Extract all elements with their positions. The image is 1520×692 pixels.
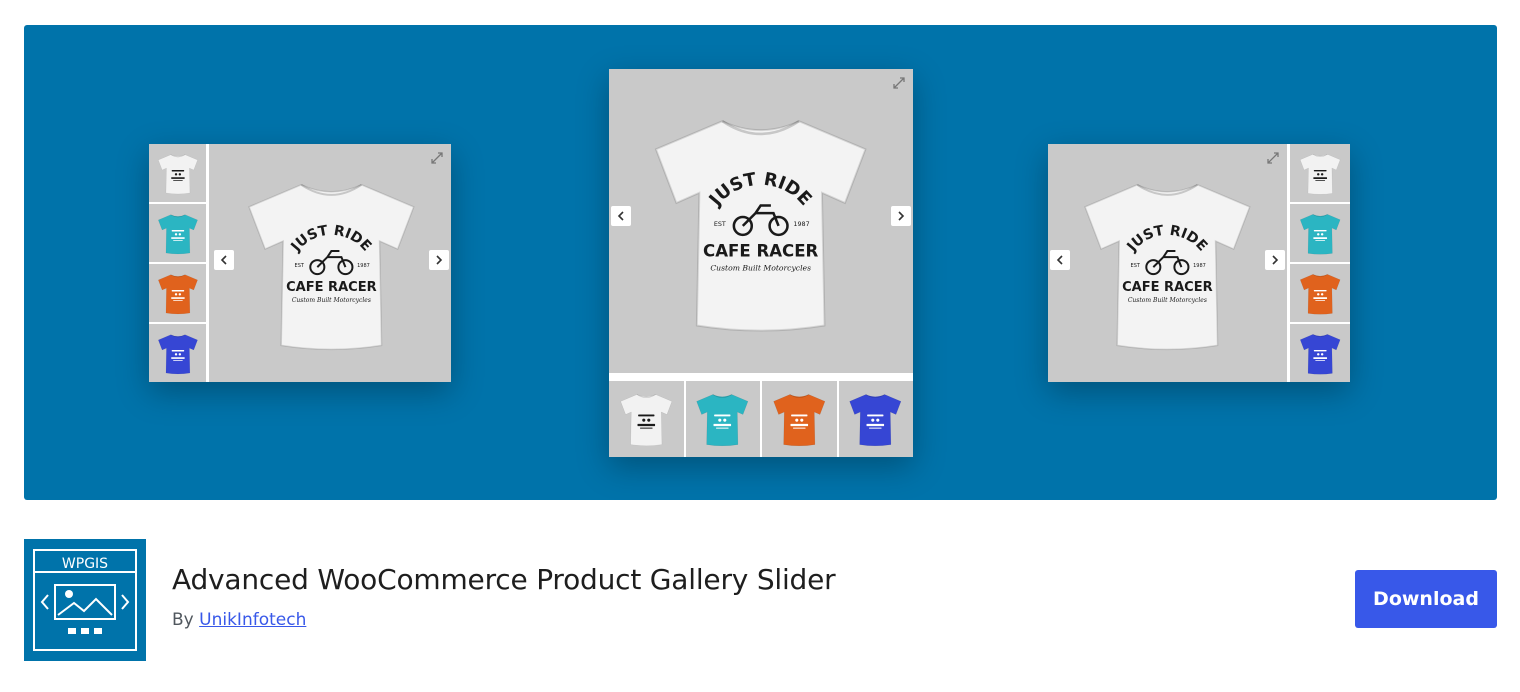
prev-arrow-button[interactable] xyxy=(214,250,234,270)
t-shirt-image xyxy=(1299,213,1341,255)
expand-icon[interactable] xyxy=(1265,150,1281,166)
thumbnail-teal[interactable] xyxy=(1290,204,1350,262)
gallery-main-image: JUST RIDE EST 1987 CAFE RACER Custom Built M… xyxy=(212,144,451,382)
svg-text:EST: EST xyxy=(714,220,726,228)
thumbnail-blue[interactable] xyxy=(838,381,913,457)
plugin-icon: WPGIS xyxy=(24,539,146,661)
t-shirt-image: JUST RIDEEST 1987CAFE RACERCustom Built M… xyxy=(655,120,867,332)
expand-icon[interactable] xyxy=(891,75,907,91)
author-link[interactable]: UnikInfotech xyxy=(199,610,306,630)
t-shirt-image: JUST RIDEEST 1987CAFE RACERCustom Built M… xyxy=(1084,183,1251,351)
expand-icon[interactable] xyxy=(429,150,445,166)
byline-prefix: By xyxy=(172,610,194,630)
svg-text:CAFE RACER: CAFE RACER xyxy=(703,242,819,261)
thumbnail-white[interactable] xyxy=(1290,144,1350,202)
thumbnail-teal[interactable] xyxy=(149,204,206,262)
thumbnail-orange[interactable] xyxy=(1290,264,1350,322)
prev-arrow-button[interactable] xyxy=(611,206,631,226)
svg-text:Custom Built Motorcycles: Custom Built Motorcycles xyxy=(292,297,371,304)
thumbnail-strip-left xyxy=(149,144,209,382)
download-button[interactable]: Download xyxy=(1355,570,1497,628)
svg-text:Custom Built Motorcycles: Custom Built Motorcycles xyxy=(711,264,812,273)
plugin-info: WPGIS Advanced WooCommerce Product Galle… xyxy=(24,539,1497,661)
next-arrow-button[interactable] xyxy=(1265,250,1285,270)
thumbnail-teal[interactable] xyxy=(685,381,760,457)
next-arrow-button[interactable] xyxy=(891,206,911,226)
svg-text:EST: EST xyxy=(295,263,305,269)
t-shirt-image xyxy=(157,214,198,254)
t-shirt-image xyxy=(157,154,198,194)
plugin-title: Advanced WooCommerce Product Gallery Sli… xyxy=(172,563,836,596)
chevron-right-icon xyxy=(436,255,443,265)
t-shirt-image xyxy=(157,334,198,374)
gallery-left-preview: JUST RIDE EST 1987 CAFE RACER Custom Built M… xyxy=(149,144,451,382)
chevron-left-icon xyxy=(617,211,624,221)
thumbnail-orange[interactable] xyxy=(762,381,837,457)
t-shirt-image xyxy=(1299,273,1341,315)
t-shirt-image: JUST RIDEEST 1987CAFE RACERCustom Built M… xyxy=(248,183,415,351)
thumbnail-white[interactable] xyxy=(609,381,684,457)
chevron-left-icon xyxy=(220,255,227,265)
thumbnail-strip-bottom xyxy=(609,373,913,457)
gallery-center-preview: JUST RIDE EST 1987 CAFE RACER Custom Built M… xyxy=(609,69,913,457)
svg-text:1987: 1987 xyxy=(794,220,810,228)
t-shirt-image xyxy=(696,394,749,447)
t-shirt-image xyxy=(849,394,902,447)
svg-text:CAFE RACER: CAFE RACER xyxy=(286,280,377,295)
plugin-icon-label: WPGIS xyxy=(62,556,108,572)
thumbnail-orange[interactable] xyxy=(149,264,206,322)
svg-text:1987: 1987 xyxy=(357,263,370,269)
gallery-main-image: JUST RIDE EST 1987 CAFE RACER Custom Built M… xyxy=(609,69,913,373)
plugin-banner: JUST RIDE EST 1987 CAFE RACER Custom Built M… xyxy=(24,25,1497,500)
t-shirt-image xyxy=(773,394,826,447)
gallery-slider-icon: WPGIS xyxy=(33,549,137,651)
svg-text:CAFE RACER: CAFE RACER xyxy=(1122,280,1213,295)
svg-text:1987: 1987 xyxy=(1193,263,1206,269)
thumbnail-blue[interactable] xyxy=(1290,324,1350,382)
t-shirt-image xyxy=(620,394,673,447)
t-shirt-image xyxy=(1299,333,1341,375)
next-arrow-button[interactable] xyxy=(429,250,449,270)
t-shirt-image xyxy=(157,274,198,314)
chevron-left-icon xyxy=(1056,255,1063,265)
thumbnail-blue[interactable] xyxy=(149,324,206,382)
gallery-main-image: JUST RIDE EST 1987 CAFE RACER Custom Built M… xyxy=(1048,144,1287,382)
prev-arrow-button[interactable] xyxy=(1050,250,1070,270)
svg-text:Custom Built Motorcycles: Custom Built Motorcycles xyxy=(1128,297,1207,304)
thumbnail-white[interactable] xyxy=(149,144,206,202)
gallery-right-preview: JUST RIDE EST 1987 CAFE RACER Custom Built M… xyxy=(1048,144,1350,382)
plugin-byline: By UnikInfotech xyxy=(172,610,306,630)
t-shirt-image xyxy=(1299,153,1341,195)
thumbnail-strip-right xyxy=(1287,144,1350,382)
chevron-right-icon xyxy=(898,211,905,221)
chevron-right-icon xyxy=(1272,255,1279,265)
svg-text:EST: EST xyxy=(1131,263,1141,269)
